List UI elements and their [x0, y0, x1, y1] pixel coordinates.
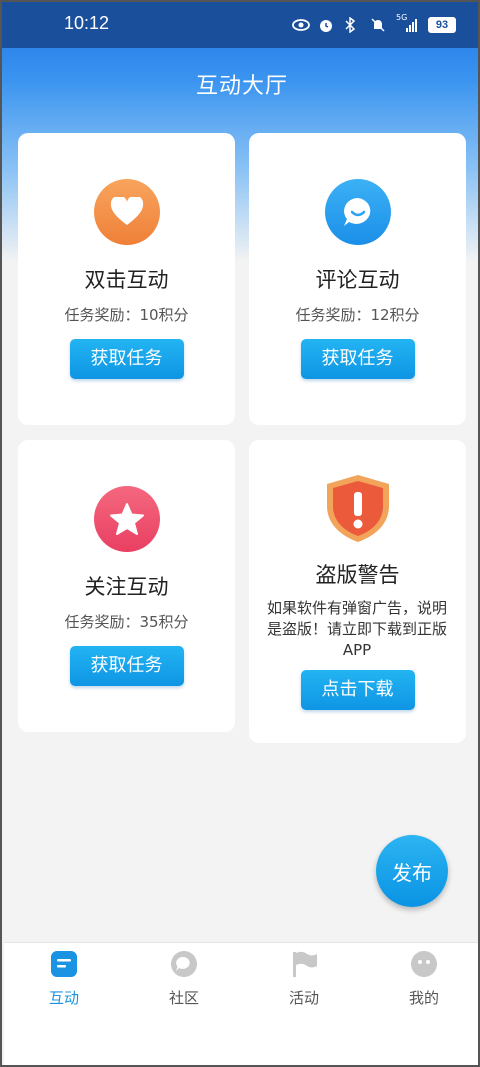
download-button[interactable]: 点击下载: [300, 670, 415, 710]
app-screen: 10:12 5G 93 互动大厅 双击互动 任务奖励：10积分 获取任务 评论互…: [0, 0, 480, 1067]
status-icons: 5G 93: [292, 13, 456, 34]
follow-interaction-card[interactable]: 关注互动 任务奖励：35积分 获取任务: [18, 440, 235, 732]
alarm-icon: [318, 17, 334, 33]
comment-interaction-card[interactable]: 评论互动 任务奖励：12积分 获取任务: [249, 133, 466, 425]
tab-label: 活动: [288, 989, 319, 1007]
card-title: 关注互动: [84, 575, 169, 599]
tab-label: 互动: [48, 989, 79, 1007]
page-title: 互动大厅: [195, 74, 288, 99]
warning-shield-icon: [323, 472, 393, 544]
eye-icon: [292, 17, 310, 33]
warning-title: 盗版警告: [315, 563, 400, 587]
signal-icon: 5G: [396, 13, 418, 33]
warning-description: 如果软件有弹窗广告，说明是盗版！请立即下载到正版APP: [266, 599, 447, 659]
heart-icon: [93, 179, 160, 245]
card-reward: 任务奖励：35积分: [64, 613, 189, 631]
bottom-tab-bar: 互动 社区 活动 我的: [4, 942, 478, 1065]
get-task-button[interactable]: 获取任务: [69, 646, 184, 686]
card-reward: 任务奖励：12积分: [295, 306, 420, 324]
profile-icon: [409, 949, 439, 979]
tab-label: 社区: [168, 989, 199, 1007]
interact-icon: [49, 949, 79, 979]
tab-interact[interactable]: 互动: [24, 949, 104, 1008]
card-title: 评论互动: [315, 268, 400, 292]
card-title: 双击互动: [84, 268, 169, 292]
status-time: 10:12: [64, 13, 110, 33]
tab-community[interactable]: 社区: [144, 949, 224, 1008]
double-tap-interaction-card[interactable]: 双击互动 任务奖励：10积分 获取任务: [18, 133, 235, 425]
tab-activity[interactable]: 活动: [264, 949, 344, 1008]
tab-label: 我的: [408, 989, 439, 1007]
card-reward: 任务奖励：10积分: [64, 306, 189, 324]
get-task-button[interactable]: 获取任务: [300, 339, 415, 379]
publish-button[interactable]: 发布: [376, 835, 448, 907]
status-bar: 10:12 5G 93: [2, 2, 478, 48]
star-icon: [93, 486, 160, 552]
flag-icon: [289, 949, 319, 979]
tab-profile[interactable]: 我的: [384, 949, 464, 1008]
community-icon: [169, 949, 199, 979]
chat-bubble-icon: [324, 179, 391, 245]
mute-bell-icon: [370, 17, 386, 33]
network-type: 5G: [396, 13, 408, 22]
get-task-button[interactable]: 获取任务: [69, 339, 184, 379]
battery-indicator: 93: [428, 17, 456, 33]
piracy-warning-card: 盗版警告 如果软件有弹窗广告，说明是盗版！请立即下载到正版APP 点击下载: [249, 440, 466, 743]
bluetooth-icon: [344, 16, 360, 34]
